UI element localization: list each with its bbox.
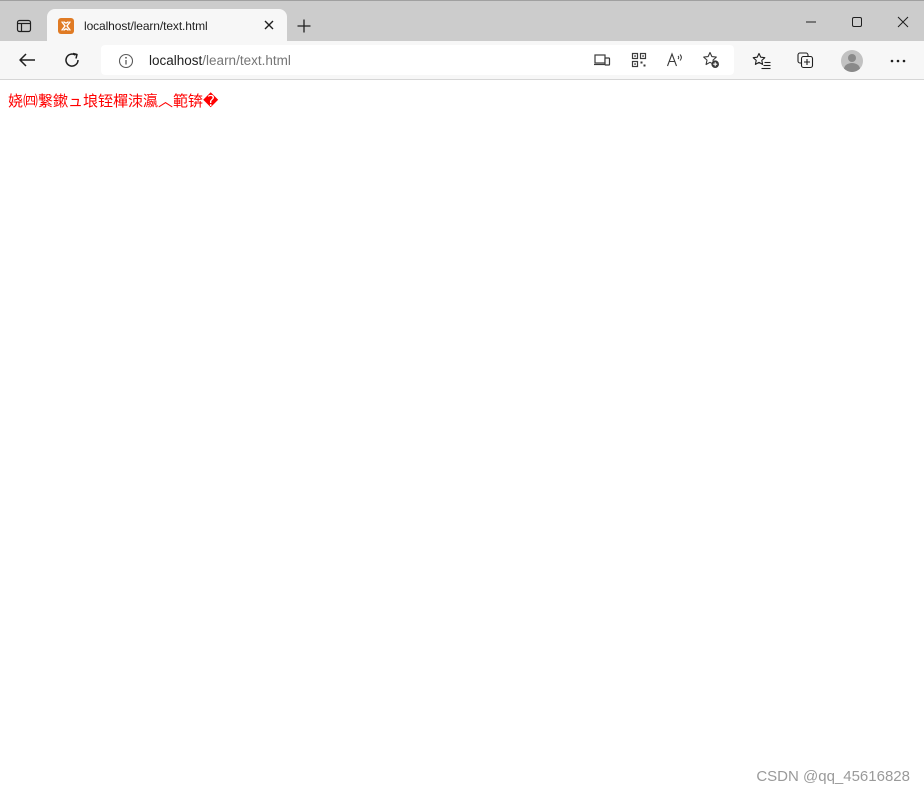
page-garbled-text: 娆㈣繋鏉ュ埌铚樿洓瀛︿範锛� [8, 92, 219, 110]
star-add-icon[interactable] [701, 50, 721, 70]
profile-avatar[interactable] [840, 49, 864, 73]
page-viewport: 娆㈣繋鏉ュ埌铚樿洓瀛︿範锛� CSDN @qq_45616828 [0, 80, 924, 794]
tab-title: localhost/learn/text.html [84, 18, 208, 33]
url-text[interactable]: localhost/learn/text.html [149, 53, 291, 68]
url-host: localhost [149, 53, 203, 68]
close-window-icon[interactable] [892, 11, 914, 33]
favorites-icon[interactable] [750, 49, 774, 73]
app-available-icon[interactable] [592, 50, 612, 70]
site-info-icon[interactable] [117, 52, 134, 69]
tab-active[interactable]: localhost/learn/text.html [47, 9, 287, 42]
tab-strip: localhost/learn/text.html [0, 0, 924, 42]
refresh-icon[interactable] [60, 49, 84, 71]
maximize-icon[interactable] [846, 11, 868, 33]
collections-icon[interactable] [794, 49, 818, 73]
minimize-icon[interactable] [800, 11, 822, 33]
xampp-favicon-icon [58, 17, 74, 34]
browser-toolbar: localhost/learn/text.html [0, 41, 924, 80]
qr-code-icon[interactable] [629, 50, 649, 70]
tab-close-icon[interactable] [261, 17, 277, 33]
tab-actions-icon[interactable] [10, 13, 38, 39]
new-tab-plus-icon[interactable] [293, 15, 315, 37]
more-icon[interactable] [886, 49, 910, 73]
profile-avatar-icon [841, 50, 863, 72]
back-arrow-icon[interactable] [15, 49, 39, 71]
read-aloud-icon[interactable] [665, 50, 685, 70]
address-bar[interactable]: localhost/learn/text.html [101, 45, 734, 75]
url-path: /learn/text.html [202, 53, 291, 68]
csdn-watermark: CSDN @qq_45616828 [756, 768, 910, 785]
